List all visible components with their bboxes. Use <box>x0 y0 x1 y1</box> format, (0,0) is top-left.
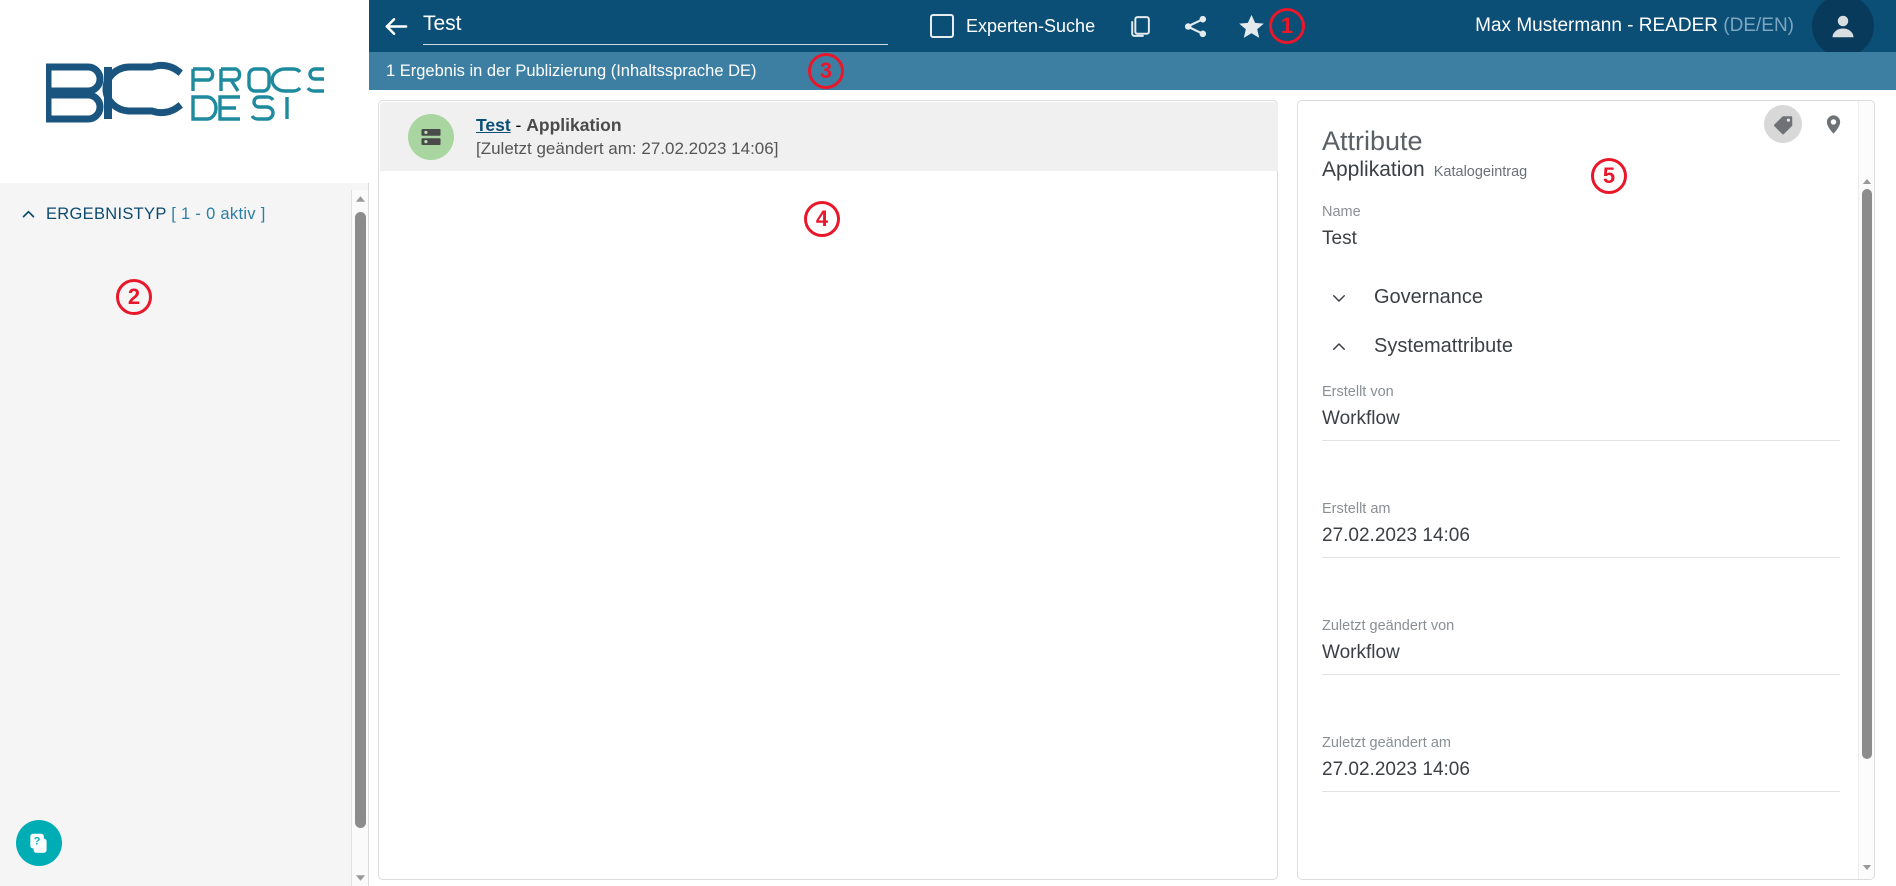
copy-button[interactable] <box>1111 0 1167 52</box>
attribute-panel-icon-group <box>1764 105 1852 143</box>
attribute-panel-body: Name Test Governance Systemattribute Ers… <box>1298 182 1874 793</box>
brand-logo-area <box>0 0 369 183</box>
tag-icon <box>1773 115 1792 134</box>
help-button[interactable]: ? <box>16 820 62 866</box>
user-fullname: Max Mustermann - READER <box>1475 15 1724 36</box>
sidebar-scrollbar[interactable] <box>351 190 368 886</box>
expert-search-checkbox[interactable] <box>930 14 954 38</box>
search-underline <box>423 44 888 45</box>
search-field-wrapper[interactable] <box>423 0 905 52</box>
back-button[interactable] <box>369 0 423 52</box>
attribute-object-type: Applikation <box>1322 158 1425 182</box>
filter-name: ERGEBNISTYP <box>46 205 167 223</box>
server-icon <box>421 128 441 145</box>
scroll-down-arrow-icon[interactable] <box>352 869 369 886</box>
field-label: Name <box>1322 204 1361 221</box>
location-pin-icon <box>1826 114 1840 134</box>
share-icon <box>1184 15 1206 37</box>
section-systemattribute[interactable]: Systemattribute <box>1298 335 1874 358</box>
attribute-panel-header: Attribute Applikation Katalogeintrag <box>1298 101 1874 182</box>
person-icon <box>1832 15 1854 38</box>
field-label: Erstellt von <box>1322 384 1394 401</box>
chevron-down-icon[interactable] <box>1330 289 1348 307</box>
section-label: Systemattribute <box>1374 335 1513 358</box>
field-zuletzt-geaendert-von: Zuletzt geändert von Workflow <box>1298 618 1874 676</box>
search-input[interactable] <box>423 12 905 40</box>
field-label: Erstellt am <box>1322 501 1391 518</box>
filter-list: ERGEBNISTYP [ 1 - 0 aktiv ] <box>0 183 352 224</box>
expert-search-label: Experten-Suche <box>966 15 1096 36</box>
section-label: Governance <box>1374 286 1483 309</box>
field-label: Zuletzt geändert am <box>1322 735 1451 752</box>
result-count-text: 1 Ergebnis in der Publizierung (Inhaltss… <box>386 61 757 80</box>
arrow-left-icon <box>385 17 407 35</box>
field-value: Test <box>1322 228 1357 250</box>
top-app-bar: Experten-Suche Max Mustermann - READ <box>369 0 1896 57</box>
scroll-up-arrow-icon[interactable] <box>1859 173 1874 189</box>
result-count-bar: 1 Ergebnis in der Publizierung (Inhaltss… <box>369 52 1896 90</box>
result-item-text: Test - Applikation [Zuletzt geändert am:… <box>476 115 778 159</box>
field-rule <box>1322 791 1840 793</box>
result-item-title: Test - Applikation <box>476 115 778 136</box>
chevron-up-icon[interactable] <box>1330 338 1348 356</box>
user-name-label: Max Mustermann - READER (DE/EN) <box>1475 15 1794 37</box>
field-name: Name Test <box>1298 204 1874 260</box>
filter-count: [ 1 - 0 aktiv ] <box>171 205 266 223</box>
field-zuletzt-geaendert-am: Zuletzt geändert am 27.02.2023 14:06 <box>1298 735 1874 793</box>
result-item-link[interactable]: Test <box>476 115 511 135</box>
sidebar-scrollbar-thumb[interactable] <box>355 212 366 828</box>
expert-search-toggle[interactable]: Experten-Suche <box>930 14 1095 38</box>
copy-icon <box>1130 15 1150 37</box>
attribute-object-subtype: Katalogeintrag <box>1433 164 1528 181</box>
favorite-button[interactable] <box>1223 0 1279 52</box>
attribute-panel-scrollbar[interactable] <box>1858 101 1874 879</box>
attribute-object-row: Applikation Katalogeintrag <box>1322 158 1874 182</box>
result-item-avatar <box>408 113 454 160</box>
share-button[interactable] <box>1167 0 1223 52</box>
field-value: Workflow <box>1322 408 1400 430</box>
user-area[interactable]: Max Mustermann - READER (DE/EN) <box>1475 0 1896 57</box>
star-icon <box>1238 14 1264 38</box>
field-erstellt-von: Erstellt von Workflow <box>1298 384 1874 442</box>
field-value: 27.02.2023 14:06 <box>1322 525 1470 547</box>
bic-process-design-logo <box>45 61 324 123</box>
scroll-down-arrow-icon[interactable] <box>1859 859 1874 875</box>
result-item-type: Applikation <box>526 114 622 135</box>
field-label: Zuletzt geändert von <box>1322 618 1455 635</box>
filter-label: ERGEBNISTYP [ 1 - 0 aktiv ] <box>46 205 266 224</box>
results-panel: Test - Applikation [Zuletzt geändert am:… <box>378 100 1278 880</box>
result-item-separator: - <box>510 114 527 135</box>
field-value: 27.02.2023 14:06 <box>1322 759 1470 781</box>
svg-text:?: ? <box>34 836 41 848</box>
section-governance[interactable]: Governance <box>1298 286 1874 309</box>
avatar[interactable] <box>1812 0 1874 57</box>
attribute-panel: Attribute Applikation Katalogeintrag Nam… <box>1297 100 1875 880</box>
app-root: ERGEBNISTYP [ 1 - 0 aktiv ] ? Test Exper… <box>0 0 1896 886</box>
result-list-item[interactable]: Test - Applikation [Zuletzt geändert am:… <box>380 102 1278 171</box>
left-sidebar: ERGEBNISTYP [ 1 - 0 aktiv ] ? <box>0 0 369 886</box>
field-erstellt-am: Erstellt am 27.02.2023 14:06 <box>1298 501 1874 559</box>
result-item-subtitle: [Zuletzt geändert am: 27.02.2023 14:06] <box>476 138 779 158</box>
sidebar-filter-ergebnistyp[interactable]: ERGEBNISTYP [ 1 - 0 aktiv ] <box>0 183 352 224</box>
location-button[interactable] <box>1814 105 1852 143</box>
user-language: (DE/EN) <box>1723 15 1794 36</box>
attribute-panel-scrollbar-thumb[interactable] <box>1862 189 1872 759</box>
chevron-up-icon[interactable] <box>20 206 37 223</box>
help-cards-icon: ? <box>30 833 47 853</box>
field-value: Workflow <box>1322 642 1400 664</box>
scroll-up-arrow-icon[interactable] <box>352 190 369 207</box>
tag-button[interactable] <box>1764 105 1802 143</box>
